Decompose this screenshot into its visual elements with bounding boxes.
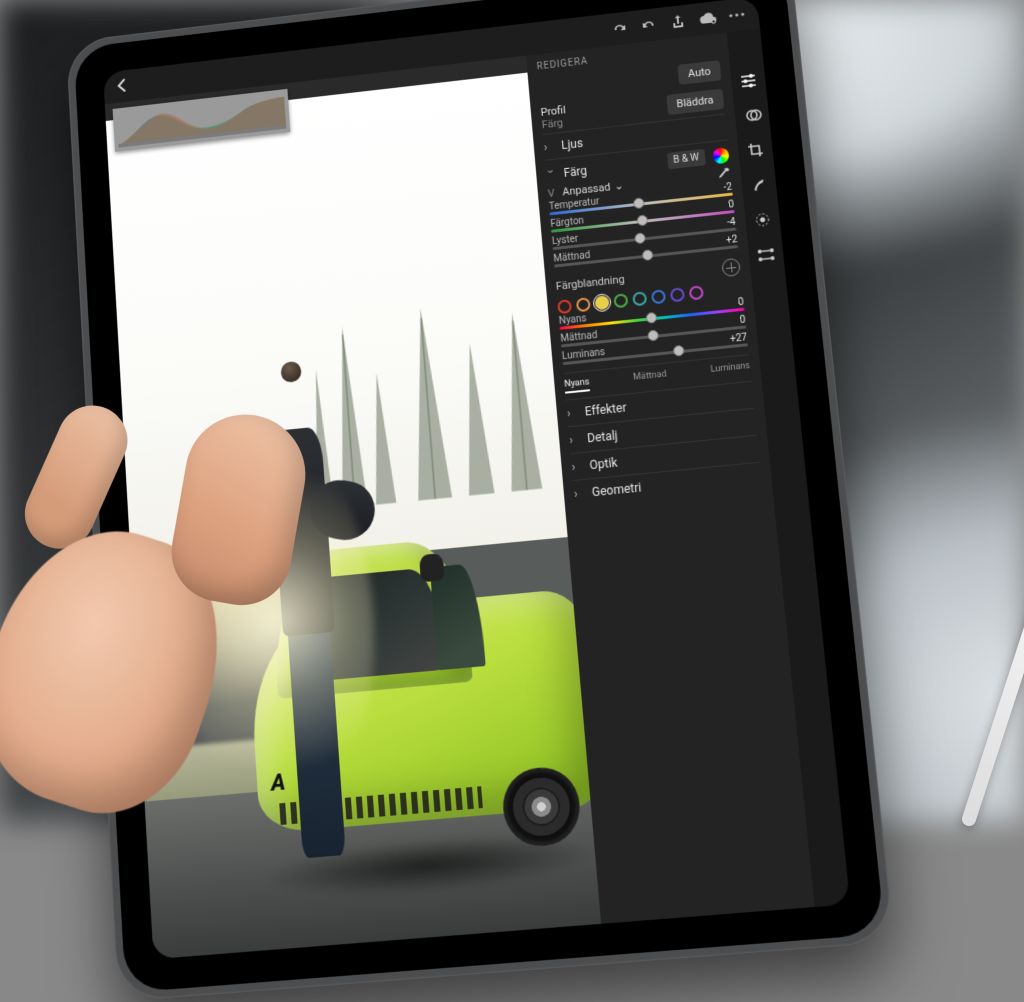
more-icon[interactable] <box>728 7 745 24</box>
color-swatch[interactable] <box>632 291 647 306</box>
slider-value: 0 <box>728 199 735 210</box>
color-swatch[interactable] <box>576 297 591 312</box>
section-light-label: Ljus <box>561 136 584 152</box>
bw-toggle[interactable]: B & W <box>667 149 706 170</box>
section-color-label: Färg <box>563 163 587 179</box>
section-optics-label: Optik <box>589 456 618 473</box>
section-geometry-label: Geometri <box>591 480 642 499</box>
color-wheel-icon[interactable] <box>712 147 729 164</box>
color-swatch[interactable] <box>595 295 610 310</box>
section-detail-label: Detalj <box>587 428 619 445</box>
auto-button[interactable]: Auto <box>677 60 721 85</box>
eyedropper-icon[interactable] <box>716 166 731 181</box>
chevron-down-icon: ⌄ <box>614 179 624 192</box>
redo-icon[interactable] <box>611 20 628 37</box>
profile-browse-button[interactable]: Bläddra <box>666 88 724 114</box>
back-button[interactable] <box>116 78 126 95</box>
undo-icon[interactable] <box>640 17 657 34</box>
chevron-right-icon: › <box>543 140 554 154</box>
color-swatch[interactable] <box>670 287 685 302</box>
chevron-right-icon: › <box>571 459 582 474</box>
settings-nodes-icon[interactable] <box>756 245 776 265</box>
wb-label: V <box>547 186 555 199</box>
share-icon[interactable] <box>669 13 686 30</box>
target-adjust-icon[interactable] <box>721 258 741 277</box>
chevron-right-icon: › <box>573 486 584 501</box>
crop-icon[interactable] <box>746 140 766 159</box>
color-swatch[interactable] <box>651 289 666 304</box>
healing-brush-icon[interactable] <box>749 175 769 194</box>
slider-value: 0 <box>739 315 746 326</box>
color-swatch[interactable] <box>557 299 572 314</box>
tab-hue[interactable]: Nyans <box>564 377 590 393</box>
section-effects-label: Effekter <box>584 401 627 419</box>
masking-icon[interactable] <box>753 210 773 229</box>
slider-value: 0 <box>737 297 744 308</box>
sliders-icon[interactable] <box>739 71 759 90</box>
chevron-right-icon: › <box>566 406 577 421</box>
color-swatch[interactable] <box>613 293 628 308</box>
profile-value: Färg <box>541 116 567 131</box>
color-mix-title: Färgblandning <box>555 272 625 292</box>
cloud-sync-icon[interactable] <box>699 10 716 27</box>
color-swatch[interactable] <box>689 285 704 300</box>
chevron-right-icon: › <box>569 432 580 447</box>
chevron-down-icon: › <box>544 169 558 180</box>
tab-sat[interactable]: Mättnad <box>633 369 668 386</box>
tab-lum[interactable]: Luminans <box>710 361 751 379</box>
presets-icon[interactable] <box>742 106 762 125</box>
